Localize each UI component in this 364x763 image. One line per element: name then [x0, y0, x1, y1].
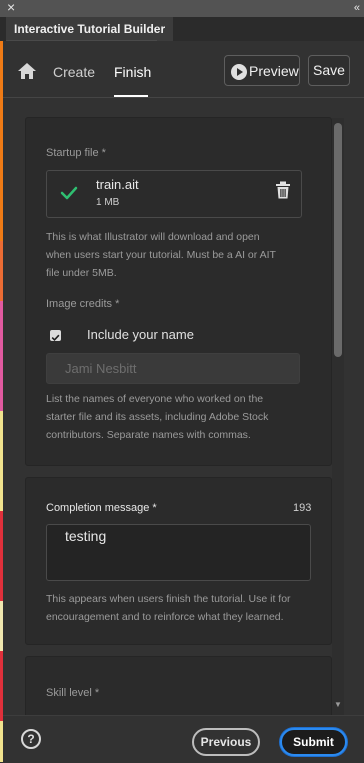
image-credits-label: Image credits * — [46, 298, 120, 310]
help-line: starter file and its assets, including A… — [46, 411, 269, 423]
tab-create[interactable]: Create — [53, 64, 95, 80]
help-line: file under 5MB. — [46, 267, 117, 279]
preview-button[interactable]: Preview — [224, 55, 300, 86]
help-line: encouragement and to reinforce what they… — [46, 611, 284, 623]
include-name-label[interactable]: Include your name — [87, 327, 194, 342]
file-size: 1 MB — [96, 197, 120, 208]
form-scroll-area[interactable]: Startup file * train.ait 1 MB This is wh… — [3, 98, 364, 715]
scrollbar-thumb[interactable] — [334, 123, 342, 357]
help-line: List the names of everyone who worked on… — [46, 393, 264, 405]
startup-file-box: train.ait 1 MB — [46, 170, 302, 218]
skill-level-label: Skill level * — [46, 687, 100, 699]
help-line: This appears when users finish the tutor… — [46, 593, 291, 605]
character-count: 193 — [293, 502, 312, 514]
skill-card — [25, 656, 332, 715]
include-name-checkbox[interactable] — [50, 330, 61, 342]
home-icon — [18, 63, 36, 79]
credits-help-text: List the names of everyone who worked on… — [46, 390, 308, 444]
play-icon — [231, 64, 247, 80]
help-line: when users start your tutorial. Must be … — [46, 249, 276, 261]
file-name: train.ait — [96, 177, 139, 192]
startup-file-label: Startup file * — [46, 147, 106, 159]
panel-tab-title[interactable]: Interactive Tutorial Builder — [6, 17, 174, 41]
window-titlebar: × « — [0, 0, 364, 17]
close-icon[interactable]: × — [7, 0, 15, 16]
save-button[interactable]: Save — [308, 55, 350, 86]
submit-button[interactable]: Submit — [280, 728, 347, 756]
completion-message-field[interactable]: testing — [46, 524, 311, 581]
help-button[interactable]: ? — [21, 729, 41, 749]
preview-label: Preview — [249, 63, 299, 79]
credits-name-input[interactable] — [46, 353, 300, 384]
completion-message-label: Completion message * — [46, 502, 157, 514]
check-icon — [60, 186, 78, 200]
checkmark-icon — [51, 334, 60, 342]
help-line: This is what Illustrator will download a… — [46, 231, 260, 243]
tab-finish[interactable]: Finish — [114, 64, 151, 80]
help-line: contributors. Separate names with commas… — [46, 429, 251, 441]
home-button[interactable] — [16, 60, 38, 82]
completion-help-text: This appears when users finish the tutor… — [46, 590, 321, 626]
trash-icon[interactable] — [275, 181, 291, 199]
startup-help-text: This is what Illustrator will download a… — [46, 228, 308, 282]
scroll-down-icon[interactable]: ▼ — [334, 700, 342, 709]
previous-button[interactable]: Previous — [192, 728, 260, 756]
collapse-panel-icon[interactable]: « — [354, 0, 360, 17]
